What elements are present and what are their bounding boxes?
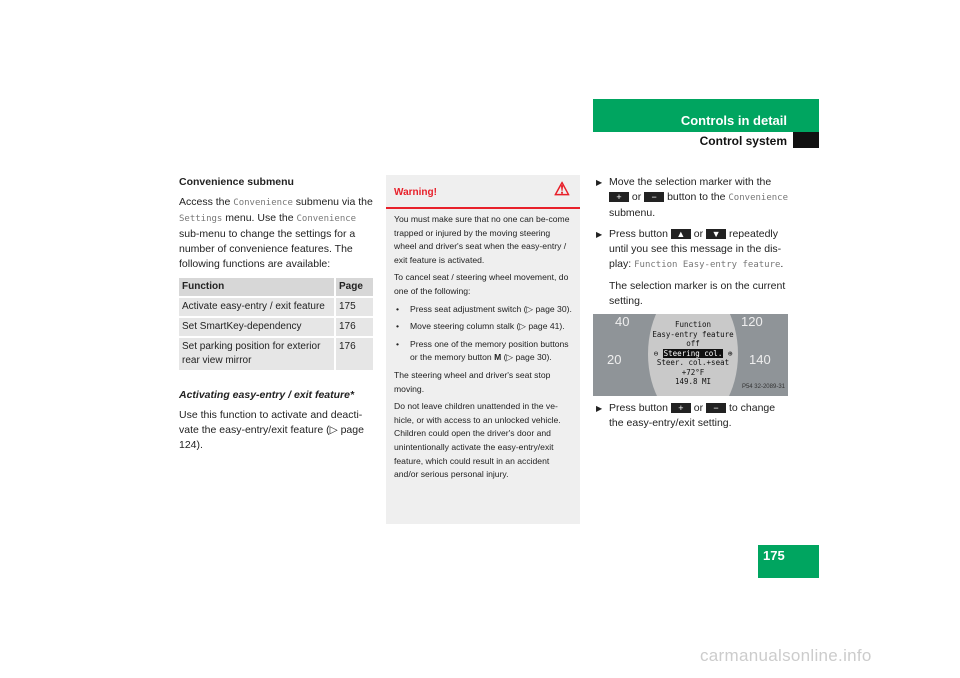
header-marker xyxy=(793,132,819,148)
warning-p4: Do not leave children unattended in the … xyxy=(394,401,561,480)
heading: Convenience submenu xyxy=(179,176,294,188)
header-function: Function xyxy=(179,278,336,298)
warning-p3: The steering wheel and driver's seat sto… xyxy=(394,369,551,394)
warning-p1: You must make sure that no one can be-co… xyxy=(394,214,570,265)
page-number: 175 xyxy=(758,545,819,578)
table-row: Activate easy-entry / exit feature 175 xyxy=(179,297,373,318)
warning-title: Warning! xyxy=(394,187,437,198)
arrow-icon: ▶ xyxy=(596,178,603,187)
step-1: ▶ Move the selection marker with the + or… xyxy=(596,176,788,219)
table-row: Set SmartKey-dependency 176 xyxy=(179,317,373,338)
step-2: ▶ Press button ▲ or ▼ repeatedly until yo… xyxy=(596,228,784,270)
down-button-icon: ▼ xyxy=(706,229,727,240)
left-column: Convenience submenu Access the Convenien… xyxy=(179,175,375,458)
intro: Access the Convenience submenu via the S… xyxy=(179,196,373,270)
list-item: Move steering column stalk (▷ page 41). xyxy=(394,320,572,334)
plus-button-icon: + xyxy=(670,403,691,414)
warning-list: Press seat adjustment switch (▷ page 30)… xyxy=(394,303,572,365)
body-text: Use this function to activate and deacti… xyxy=(179,409,364,451)
minus-button-icon: − xyxy=(706,403,727,414)
arrow-icon: ▶ xyxy=(596,404,603,413)
list-item: Press one of the memory position buttons… xyxy=(394,338,572,365)
minus-button-icon: − xyxy=(644,192,665,203)
subsection-header: Control system xyxy=(699,134,787,148)
warning-p2: To cancel seat / steering wheel movement… xyxy=(394,272,569,296)
functions-table: Function Page Activate easy-entry / exit … xyxy=(179,278,373,372)
header-page: Page xyxy=(335,278,373,298)
table-row: Set parking position for exterior rear v… xyxy=(179,337,373,372)
right-column: ▶ Move the selection marker with the + or… xyxy=(593,175,792,437)
up-button-icon: ▲ xyxy=(670,229,691,240)
warning-triangle-icon: ⚠ xyxy=(553,179,570,199)
list-item: Press seat adjustment switch (▷ page 30)… xyxy=(394,303,572,317)
note: The selection marker is on the current s… xyxy=(609,280,786,307)
subheading: Activating easy-entry / exit feature* xyxy=(179,389,355,401)
instrument-display-image: 40 20 120 140 Function Easy-entry feature… xyxy=(593,314,788,396)
section-header: Controls in detail xyxy=(593,99,819,132)
step-3: ▶ Press button + or − to change the easy-… xyxy=(596,402,776,429)
arrow-icon: ▶ xyxy=(596,230,603,239)
warning-box: Warning! ⚠ You must make sure that no one… xyxy=(386,175,580,524)
plus-button-icon: + xyxy=(609,192,629,203)
watermark: carmanualsonline.info xyxy=(700,646,872,665)
